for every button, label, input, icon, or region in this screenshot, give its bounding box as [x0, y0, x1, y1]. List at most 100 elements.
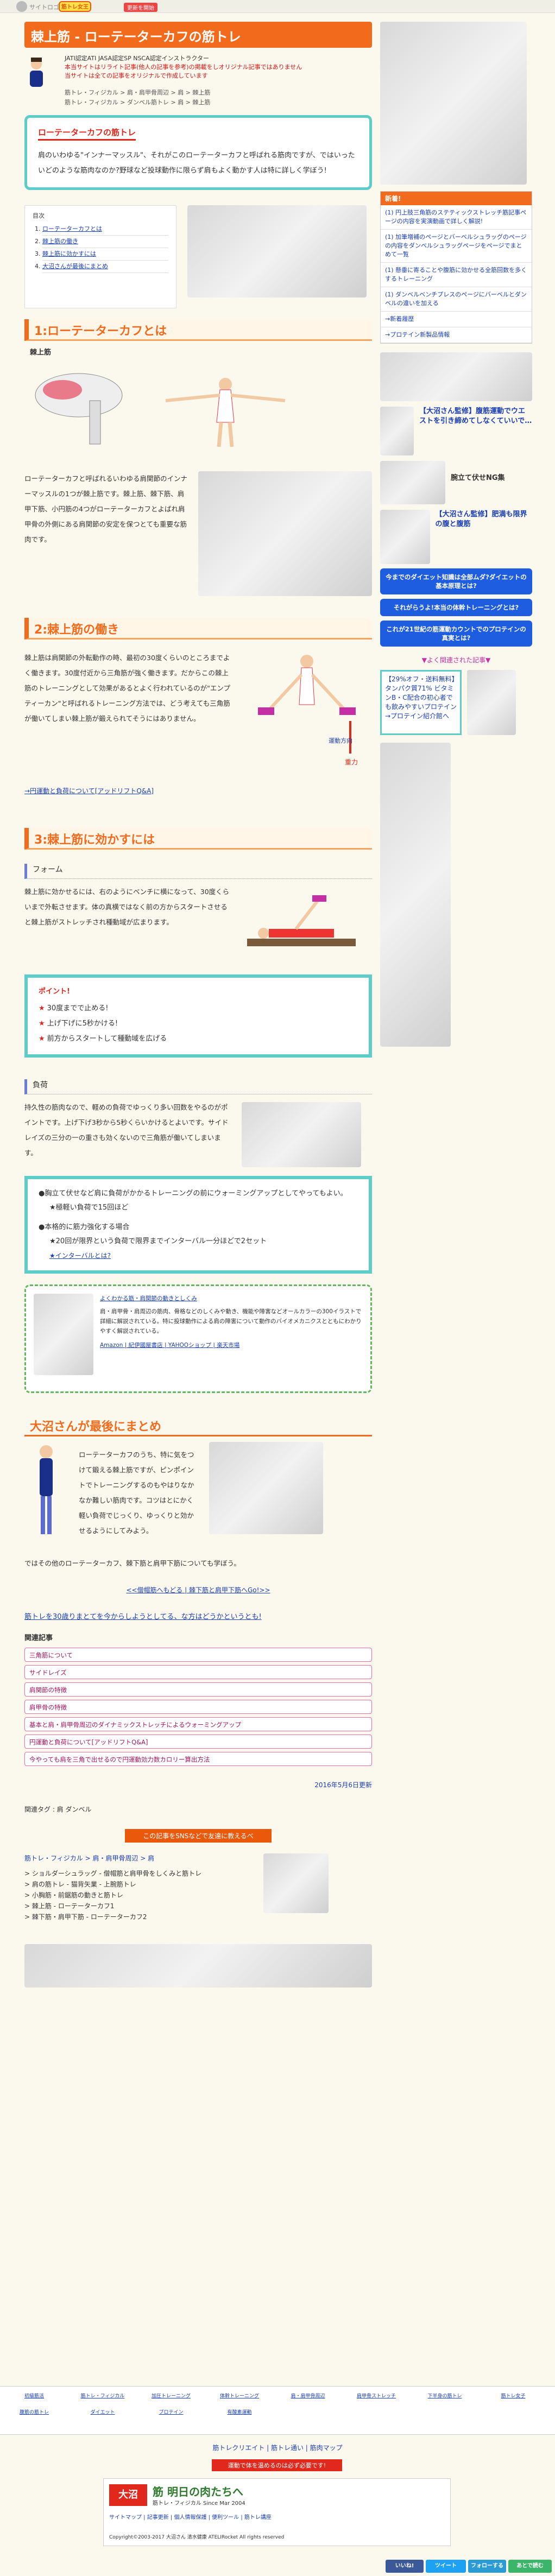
sidebar-promo-1[interactable]: 【大沼さん監修】腹筋運動でウエストを引き締めてしなくていいで… [419, 407, 532, 455]
news-more[interactable]: →新着履歴 [381, 312, 532, 327]
main-content: 棘上筋 - ローテーターカフの筋トレ JATI認定ATI JASA認定SP NS… [24, 22, 372, 1988]
related-item-2[interactable]: サイドレイズ [24, 1665, 372, 1679]
sidebar-button-3[interactable]: これが21世紀の筋運動カウントでのプロテインの真実とは? [380, 621, 532, 647]
list-item-1[interactable]: > ショルダーシュラッグ - 僧帽筋と肩甲骨をしくみと筋トレ [24, 1868, 242, 1879]
book-thumbnail[interactable] [34, 1294, 93, 1375]
site-badge[interactable]: 筋トレ女王 [59, 1, 91, 12]
toc-item-1[interactable]: ローテーターカフとは [42, 225, 102, 232]
footer-link-6[interactable]: 肩甲骨ストレッチ [342, 2392, 411, 2399]
footer-link-12[interactable]: 有酸素運動 [205, 2408, 274, 2415]
footer-link-11[interactable]: プロテイン [137, 2408, 205, 2415]
sns-banner[interactable]: この記事をSNSなどで友達に教えるべ [125, 1829, 272, 1843]
book-description: 肩・肩甲骨・肩周辺の筋肉、骨格などのしくみや動き、機能や障害などオールカラーの3… [100, 1308, 362, 1334]
pushup-ng-link[interactable]: 腕立て伏せNG集 [451, 461, 505, 504]
summary-final-text: ローテーターカフのうち、特に気をつけて鍛える棘上筋ですが、ピンポイントでトレーニ… [79, 1451, 194, 1535]
tweet-button[interactable]: ツイート [426, 2560, 466, 2573]
related-item-5[interactable]: 基本と肩・肩甲骨周辺のダイナミックストレッチによるウォーミングアップ [24, 1717, 372, 1731]
point-item-3: 前方からスタートして種動域を広げる [39, 1031, 358, 1047]
related-item-6[interactable]: 円運動と負荷について[アッドリフトQ&A] [24, 1735, 372, 1749]
sidebar-ad-2[interactable] [380, 352, 532, 401]
follow-button[interactable]: フォローする [468, 2560, 506, 2573]
list-item-2[interactable]: > 肩の筋トレ - 猫背矢業 - 上腕筋トレ [24, 1879, 242, 1890]
dumbbell-raise-icon: 運動方向重力 [258, 655, 358, 766]
interval-link[interactable]: ★インターバルとは? [39, 1249, 358, 1263]
list-header[interactable]: 筋トレ・フィジカル > 肩・肩甲骨周辺 > 肩 [24, 1853, 242, 1863]
footer-link-3[interactable]: 加圧トレーニング [137, 2392, 205, 2399]
training-warmup-detail: ★極軽い負荷で15回ほど [49, 1204, 129, 1212]
section-heading-1: 1:ローテーターカフとは [24, 319, 372, 341]
news-item-2[interactable]: (1) 加筆増補のページとバーベルシュラッグのページの内容をダンベルシュラッグペ… [381, 230, 532, 263]
list-item-3[interactable]: > 小胸筋・前鋸筋の動きと筋トレ [24, 1890, 242, 1901]
prev-next-links[interactable]: <<僧帽筋へもどる | 棘下筋と肩甲下筋へGo!>> [24, 1585, 372, 1594]
news-item-3[interactable]: (1) 懸垂に寄ることや腹筋に効かせる全筋回数を多くするトレーニング [381, 263, 532, 287]
footer-brand-links[interactable]: サイトマップ | 記事更新 | 個人情報保護 | 便利ツール | 筋トレ講座 [109, 2512, 272, 2521]
book-title-link[interactable]: よくわかる筋・肩関節の動きとしくみ [100, 1295, 197, 1302]
update-badge[interactable]: 更新を開始 [124, 3, 157, 12]
subheading-load: 負荷 [24, 1079, 372, 1094]
footer-brand-logo: 大沼 [109, 2484, 147, 2506]
protein-news-link[interactable]: →プロテイン新製品情報 [381, 327, 532, 343]
sidebar-promo-thumb-2[interactable] [380, 461, 445, 504]
section2-link[interactable]: →円運動と負荷について[アッドリフトQ&A] [24, 786, 372, 795]
footer-link-7[interactable]: 下半身の筋トレ [411, 2392, 479, 2399]
footer-link-4[interactable]: 体幹トレーニング [205, 2392, 274, 2399]
footer-copyright: Copyright©2003-2017 大沼さん 清水健康 ATELIRocke… [109, 2535, 285, 2540]
sidebar-button-2[interactable]: それがらうよ!本当の体幹トレーニングとは? [380, 599, 532, 616]
read-later-button[interactable]: あとで読む [508, 2560, 552, 2573]
toc-item-2[interactable]: 棘上筋の働き [42, 238, 78, 245]
ad-banner-2[interactable] [198, 471, 372, 596]
shoulder-illustration: 棘上筋 [24, 341, 372, 466]
related-item-4[interactable]: 肩甲骨の特徴 [24, 1700, 372, 1714]
ad-banner-4[interactable] [263, 1853, 329, 1913]
footer-link-5[interactable]: 肩・肩甲骨周辺 [274, 2392, 342, 2399]
sidebar-promo-thumb-3[interactable] [380, 510, 430, 564]
sidebar-promo-thumb-1[interactable] [380, 407, 414, 455]
footer-link-9[interactable]: 腹筋の筋トレ [0, 2408, 68, 2415]
footer-link-10[interactable]: ダイエット [68, 2408, 137, 2415]
trainer-figure-icon [40, 1445, 53, 1534]
author-avatar-icon [30, 58, 43, 87]
protein-image[interactable] [467, 670, 516, 735]
ad-banner-1[interactable] [187, 205, 367, 298]
sidebar-promo-2[interactable]: 【大沼さん監修】肥満も限界の腹と腹筋 [436, 510, 532, 564]
ad-banner-5[interactable] [24, 1944, 372, 1988]
footer-center-links[interactable]: 筋トレクリエイト | 筋トレ通い | 筋肉マップ [0, 2443, 555, 2452]
sidebar-ad-top[interactable] [380, 22, 527, 185]
toc-item-3[interactable]: 棘上筋に効かすには [42, 250, 96, 257]
news-item-4[interactable]: (1) ダンベルベンチプレスのページにバーベルとダンベルの違いを加える [381, 287, 532, 312]
point-title: ポイント! [39, 988, 70, 996]
update-date: 2016年5月6日更新 [314, 1781, 372, 1789]
related-item-3[interactable]: 肩関節の特徴 [24, 1682, 372, 1697]
breadcrumb-1[interactable]: 筋トレ・フィジカル > 肩・肩甲骨周辺 > 肩 > 棘上筋 [65, 88, 302, 98]
news-item-1[interactable]: (1) 円上肢三角筋のステティックストレッチ筋記事ページの内容を実演動画で詳しく… [381, 205, 532, 230]
tags[interactable]: 関連タグ : 肩 ダンベル [24, 1805, 372, 1814]
news-title: 新着! [381, 192, 532, 205]
shoulder-bone-icon [35, 373, 123, 445]
related-item-1[interactable]: 三角筋について [24, 1648, 372, 1662]
protein-promo[interactable]: 【29%オフ・送料無料】タンパク質71% ビタミンB・C配合の初心者でも飲みやす… [380, 670, 462, 735]
table-of-contents: 目次 ローテーターカフとは 棘上筋の働き 棘上筋に効かすには 大沼さんが最後にま… [24, 205, 176, 308]
list-item-5[interactable]: > 棘下筋・肩甲下筋 - ローテーターカフ2 [24, 1912, 242, 1922]
motion-label: 運動方向 [329, 737, 352, 744]
summary-heading: ローテーターカフの筋トレ [38, 126, 136, 141]
breadcrumb-2[interactable]: 筋トレ・フィジカル > ダンベル筋トレ > 肩 > 棘上筋 [65, 98, 302, 107]
book-shop-links[interactable]: Amazon | 紀伊國屋書店 | YAHOOショップ | 楽天市場 [100, 1340, 363, 1350]
footer-link-8[interactable]: 筋トレ女子 [479, 2392, 547, 2399]
site-logo[interactable] [16, 1, 27, 12]
footer-nav: 初級筋活 筋トレ・フィジカル 加圧トレーニング 体幹トレーニング 肩・肩甲骨周辺… [0, 2386, 555, 2435]
ad-banner-3[interactable] [242, 1102, 361, 1167]
related-item-7[interactable]: 今やっても肩を三角で出せるので円運動効力数カロリー算出方法 [24, 1752, 372, 1766]
footer-link-2[interactable]: 筋トレ・フィジカル [68, 2392, 137, 2399]
facebook-like-button[interactable]: いいね! [386, 2560, 424, 2573]
share-line[interactable]: 筋トレを30歳りまとてを今からしようとしてる、な方はどうかというとも! [24, 1611, 372, 1621]
list-item-4[interactable]: > 棘上筋 - ローテーターカフ1 [24, 1901, 242, 1912]
footer-link-1[interactable]: 初級筋活 [0, 2392, 68, 2399]
muscle-label: 棘上筋 [30, 349, 52, 357]
footer-brand-box: 大沼 筋 明日の肉たちへ 筋トレ・フィジカル Since Mar 2004 サイ… [103, 2478, 451, 2546]
sidebar-ad-tall[interactable] [380, 743, 451, 1047]
subheading-form: フォーム [24, 864, 372, 879]
sidebar-button-1[interactable]: 今までのダイエット知識は全部ムダ?ダイエットの基本原理とは? [380, 568, 532, 594]
training-box: ●胸立て伏せなど肩に負荷がかかるトレーニングの前にウォーミングアップとしてやって… [24, 1176, 372, 1274]
bench-exercise-icon [247, 895, 356, 946]
toc-item-4[interactable]: 大沼さんが最後にまとめ [42, 263, 108, 270]
